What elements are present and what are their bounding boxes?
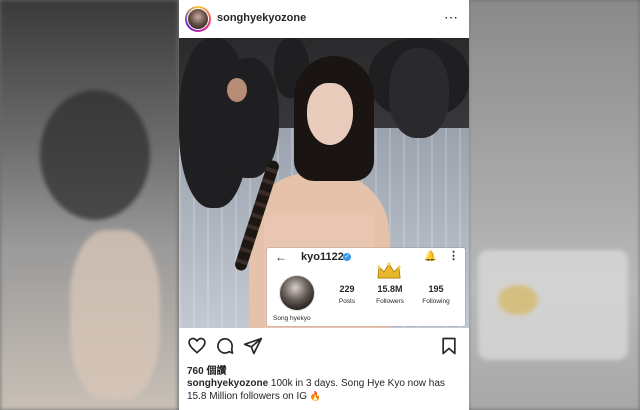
post-username[interactable]: songhyekyozone xyxy=(217,12,306,24)
stat-value: 195 xyxy=(428,284,444,294)
blurred-background-left xyxy=(0,0,178,410)
stat-label: Following xyxy=(422,298,450,305)
profile-avatar xyxy=(279,275,315,311)
background-blur-shape xyxy=(498,285,538,315)
share-icon[interactable] xyxy=(243,336,263,356)
verified-icon: ✓ xyxy=(343,253,351,261)
background-blur-shape xyxy=(70,230,160,400)
post-avatar[interactable] xyxy=(185,6,211,32)
post-header: songhyekyozone ⋯ xyxy=(179,0,469,38)
likes-count[interactable]: 760 個讚 xyxy=(187,362,226,377)
save-icon[interactable] xyxy=(439,336,459,356)
background-blur-shape xyxy=(40,90,150,220)
blurred-background-right xyxy=(468,0,640,410)
profile-screenshot-overlay: ← kyo1122 ✓ 🔔 ⋮ Song hyekyo 229 Posts 15… xyxy=(267,248,465,326)
profile-display-name: Song hyekyo xyxy=(273,315,311,322)
stat-posts[interactable]: 229 Posts xyxy=(325,284,369,306)
fire-icon: 🔥 xyxy=(309,391,322,401)
stat-label: Posts xyxy=(338,298,356,305)
comment-icon[interactable] xyxy=(215,336,235,356)
post-photo[interactable]: ← kyo1122 ✓ 🔔 ⋮ Song hyekyo 229 Posts 15… xyxy=(179,38,469,328)
crown-icon xyxy=(377,262,401,279)
photo-subject-face xyxy=(307,83,353,145)
stat-value: 15.8M xyxy=(377,284,403,294)
stat-following[interactable]: 195 Following xyxy=(414,284,458,306)
avatar-image xyxy=(187,8,209,30)
bell-icon[interactable]: 🔔 xyxy=(424,250,436,264)
photo-person xyxy=(227,78,247,102)
post-caption: songhyekyozone 100k in 3 days. Song Hye … xyxy=(187,377,463,403)
instagram-post: songhyekyozone ⋯ ← kyo1122 ✓ 🔔 ⋮ Song hy… xyxy=(179,0,469,410)
more-icon[interactable]: ⋯ xyxy=(444,10,459,24)
stat-value: 229 xyxy=(339,284,355,294)
stat-followers[interactable]: 15.8M Followers xyxy=(368,284,412,306)
stat-label: Followers xyxy=(376,298,404,305)
profile-username: kyo1122 xyxy=(301,251,344,263)
photo-crowd xyxy=(389,48,449,138)
like-icon[interactable] xyxy=(187,336,207,356)
back-icon[interactable]: ← xyxy=(275,250,287,264)
post-action-bar xyxy=(179,330,469,360)
caption-username[interactable]: songhyekyozone xyxy=(187,378,268,389)
kebab-icon[interactable]: ⋮ xyxy=(448,249,459,263)
